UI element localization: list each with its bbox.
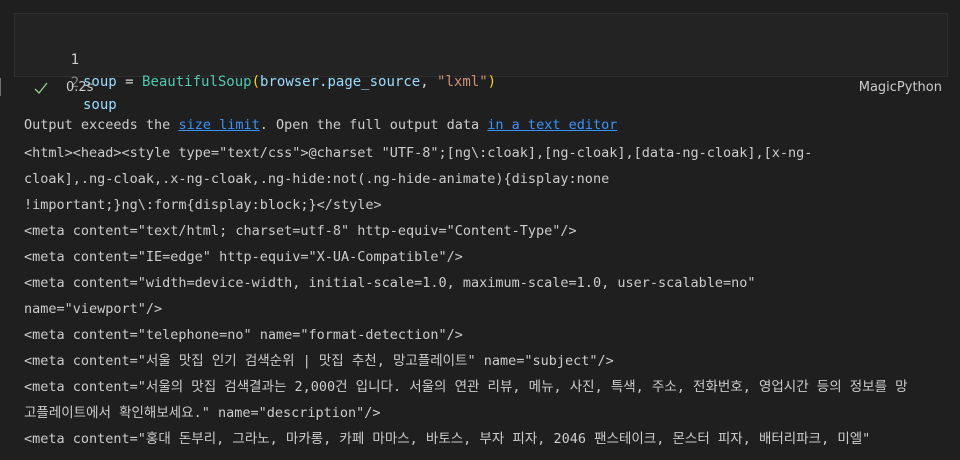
code-line[interactable]: 2 soup <box>15 50 117 113</box>
output-line: <meta content="width=device-width, initi… <box>24 275 756 291</box>
execution-time: 0.2s <box>66 80 94 95</box>
output-line: <meta content="text/html; charset=utf-8"… <box>24 223 577 239</box>
output-truncation-notice: Output exceeds the size limit. Open the … <box>24 114 954 136</box>
open-in-text-editor-link[interactable]: in a text editor <box>487 117 617 133</box>
output-line: 고플레이트에서 확인해보세요." name="description"/> <box>24 405 381 421</box>
output-line: !important;}ng\:form{display:block;}</st… <box>24 197 382 213</box>
notice-prefix: Output exceeds the <box>24 117 179 133</box>
cell-language-label[interactable]: MagicPython <box>859 80 942 95</box>
output-line: <meta content="IE=edge" http-equiv="X-UA… <box>24 249 463 265</box>
output-line: <meta content="telephone=no" name="forma… <box>24 327 463 343</box>
notebook-page: 1 soup = BeautifulSoup(browser.page_sour… <box>0 0 960 460</box>
code-cell[interactable]: 1 soup = BeautifulSoup(browser.page_sour… <box>14 13 948 113</box>
output-line: <html><head><style type="text/css">@char… <box>24 145 813 161</box>
output-line: <meta content="서울의 맛집 검색결과는 2,000건 입니다. … <box>24 379 908 395</box>
cell-status-bar: 0.2s MagicPython <box>14 78 948 100</box>
checkmark-icon <box>34 79 48 97</box>
output-line: <meta content="홍대 돈부리, 그라노, 마카롱, 카페 마마스,… <box>24 431 871 447</box>
output-line: <meta content="서울 맛집 인기 검색순위 | 맛집 추천, 망고… <box>24 353 614 369</box>
cell-output: Output exceeds the size limit. Open the … <box>24 114 954 452</box>
output-line: name="viewport"/> <box>24 301 163 317</box>
code-line[interactable]: 1 soup = BeautifulSoup(browser.page_sour… <box>15 27 497 90</box>
output-line: cloak],.ng-cloak,.x-ng-cloak,.ng-hide:no… <box>24 171 610 187</box>
size-limit-link[interactable]: size limit <box>178 117 259 133</box>
notice-middle: . Open the full output data <box>259 117 488 133</box>
cell-execution-marker <box>0 78 4 96</box>
